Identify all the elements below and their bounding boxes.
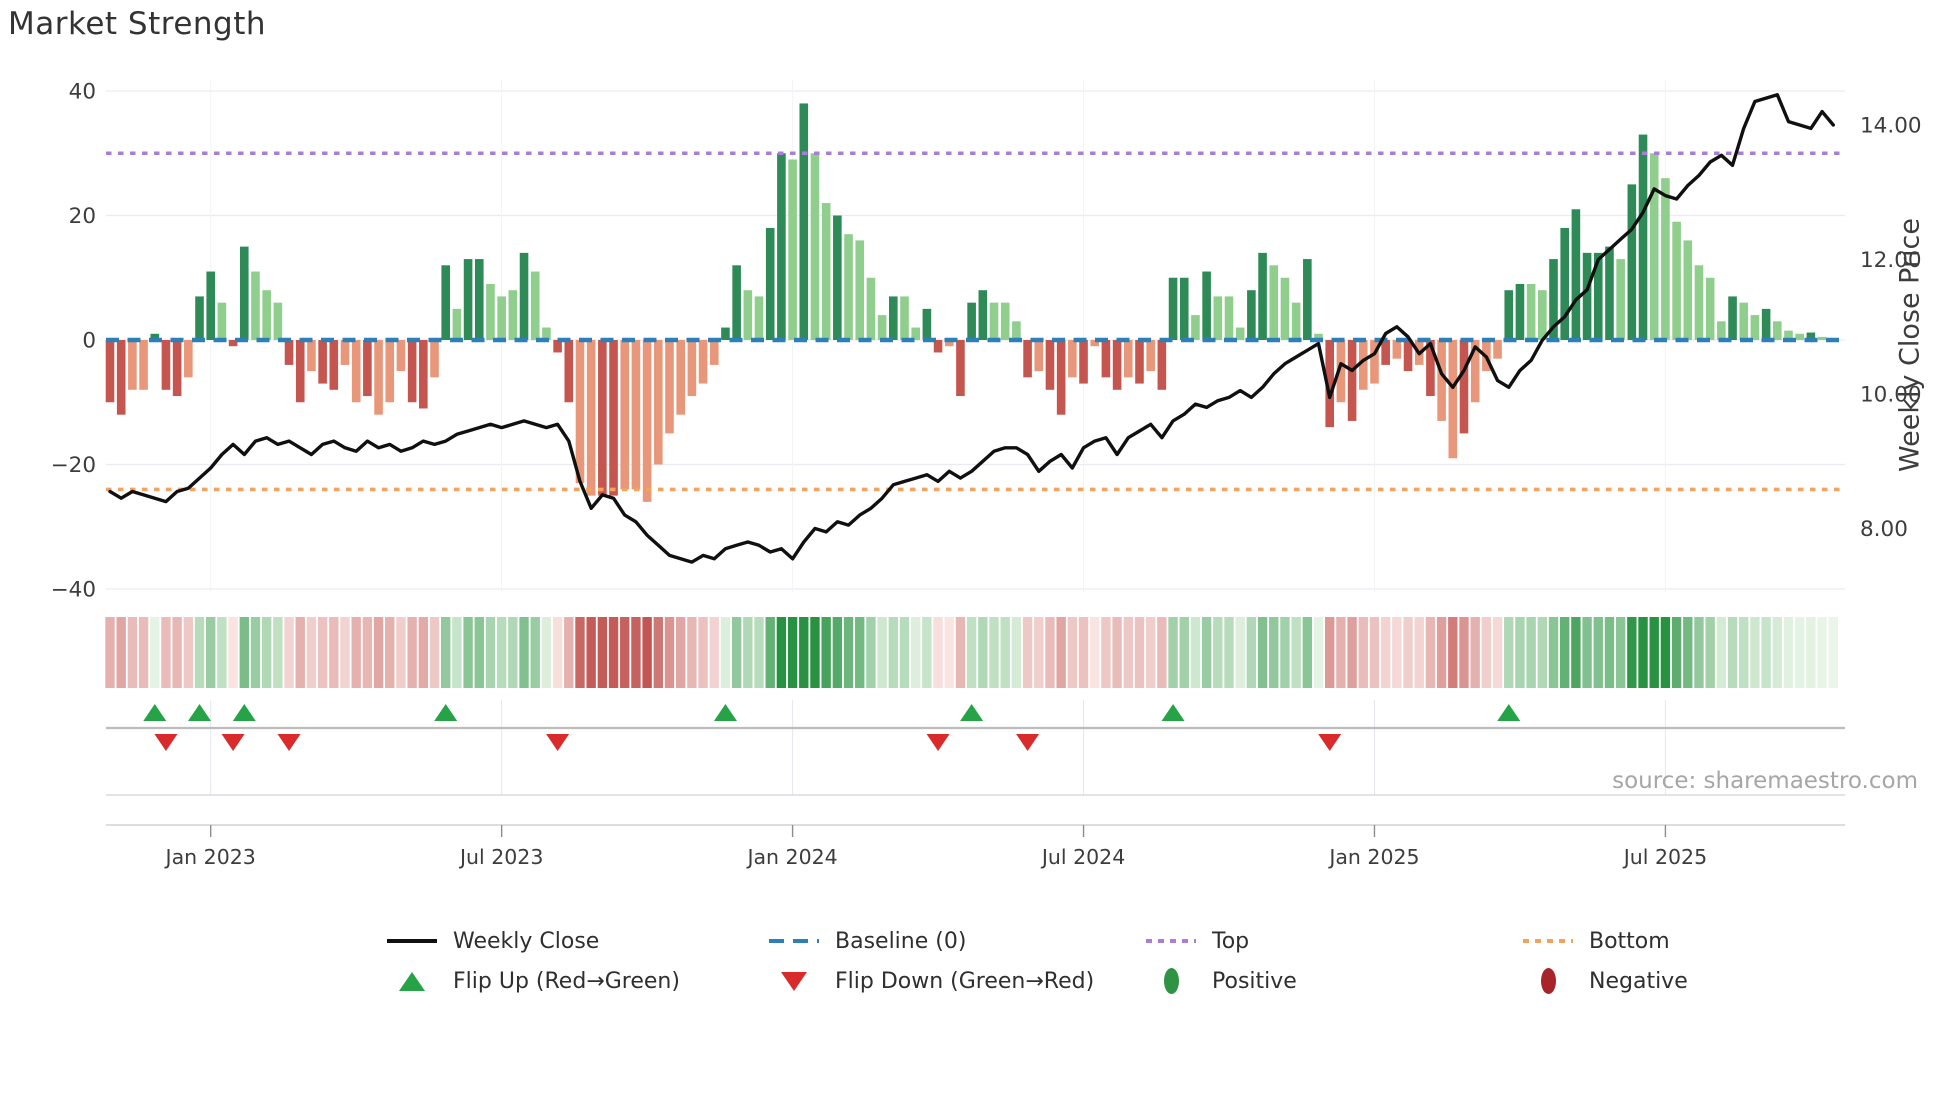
legend-item-baseline: Baseline (0) [763, 919, 966, 963]
flip-down-marker [1318, 734, 1342, 751]
weekly-close-line-icon [381, 939, 443, 943]
legend-label: Bottom [1589, 928, 1670, 954]
svg-text:−40: −40 [51, 578, 96, 603]
positive-marker-icon [1140, 968, 1202, 994]
legend-item-top: Top [1140, 919, 1249, 963]
svg-text:20: 20 [69, 204, 96, 229]
top-dotted-icon [1140, 939, 1202, 943]
flip-up-marker [232, 704, 256, 721]
legend-label: Weekly Close [453, 928, 600, 954]
svg-text:Jan 2025: Jan 2025 [1327, 845, 1419, 869]
svg-text:14.00: 14.00 [1860, 114, 1922, 139]
market-strength-chart: 40 20 0 −20 −40 14.00 12.00 10.00 8.00 Jan 2023… [0, 0, 1960, 1102]
flip-down-marker [926, 734, 950, 751]
svg-text:0: 0 [82, 329, 96, 354]
bottom-dotted-icon [1517, 939, 1579, 943]
legend-item-bottom: Bottom [1517, 919, 1670, 963]
svg-text:Jan 2024: Jan 2024 [745, 845, 837, 869]
flip-down-marker [221, 734, 245, 751]
svg-text:Jan 2023: Jan 2023 [164, 845, 256, 869]
flip-up-marker [188, 704, 212, 721]
flip-down-triangle-icon [763, 971, 825, 991]
svg-text:40: 40 [69, 80, 96, 105]
chart-title: Market Strength [8, 6, 267, 42]
right-axis-title: Weekly Close Price [1894, 217, 1926, 473]
x-axis-labels: Jan 2023 Jul 2023 Jan 2024 Jul 2024 Jan 2025… [164, 825, 1707, 869]
flip-up-marker [143, 704, 167, 721]
legend-item-flip-up: Flip Up (Red→Green) [381, 959, 680, 1003]
svg-text:Jul 2024: Jul 2024 [1040, 845, 1125, 869]
flip-down-marker [154, 734, 178, 751]
baseline-dash-icon [763, 939, 825, 943]
flip-up-marker [1161, 704, 1185, 721]
legend-item-flip-down: Flip Down (Green→Red) [763, 959, 1094, 1003]
legend-label: Top [1212, 928, 1250, 954]
flip-down-marker [277, 734, 301, 751]
flip-down-marker [546, 734, 570, 751]
legend-label: Positive [1212, 968, 1297, 994]
negative-marker-icon [1517, 968, 1579, 994]
flip-up-marker [434, 704, 458, 721]
legend-label: Negative [1589, 968, 1688, 994]
flip-markers [106, 704, 1845, 751]
legend-item-weekly-close: Weekly Close [381, 919, 599, 963]
flip-up-marker [713, 704, 737, 721]
flip-down-marker [1016, 734, 1040, 751]
legend-label: Baseline (0) [835, 928, 967, 954]
flip-up-triangle-icon [381, 971, 443, 991]
svg-text:8.00: 8.00 [1860, 517, 1908, 542]
left-axis-labels: 40 20 0 −20 −40 [51, 80, 96, 603]
legend-label: Flip Down (Green→Red) [835, 968, 1095, 994]
legend-label: Flip Up (Red→Green) [453, 968, 680, 994]
legend-item-negative: Negative [1517, 959, 1688, 1003]
flip-up-marker [1497, 704, 1521, 721]
legend-item-positive: Positive [1140, 959, 1297, 1003]
svg-text:Jul 2025: Jul 2025 [1622, 845, 1707, 869]
axis-lines [106, 794, 1845, 826]
source-note: source: sharemaestro.com [1612, 768, 1918, 794]
svg-text:Jul 2023: Jul 2023 [458, 845, 543, 869]
svg-text:−20: −20 [51, 453, 96, 478]
flip-up-marker [960, 704, 984, 721]
heatmap-strip [105, 617, 1838, 688]
